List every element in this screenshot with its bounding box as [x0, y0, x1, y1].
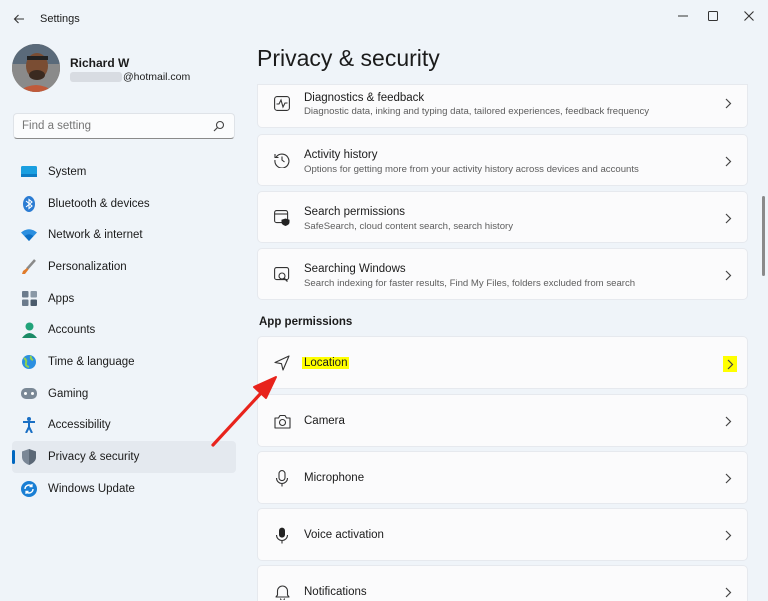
- activity-history-card[interactable]: Activity history Options for getting mor…: [257, 134, 748, 186]
- close-icon: [744, 11, 754, 21]
- chevron-right-icon: [723, 415, 733, 427]
- card-description: SafeSearch, cloud content search, search…: [304, 221, 514, 232]
- diagnostics-icon: [273, 94, 291, 112]
- app-title: Settings: [40, 13, 80, 25]
- maximize-icon: [708, 11, 718, 21]
- search-icon[interactable]: [213, 120, 225, 132]
- card-title: Activity history: [304, 149, 378, 161]
- location-card[interactable]: Location: [257, 336, 748, 389]
- chevron-right-icon: [723, 212, 733, 224]
- sidebar-item-label: Accessibility: [48, 419, 111, 432]
- sidebar-item-bluetooth[interactable]: Bluetooth & devices: [12, 188, 236, 220]
- gamepad-icon: [21, 386, 37, 402]
- card-description: Diagnostic data, inking and typing data,…: [304, 106, 650, 117]
- card-title: Location: [302, 357, 350, 369]
- sidebar-item-label: Gaming: [48, 387, 89, 400]
- back-arrow-icon: [13, 14, 24, 24]
- email-redaction: [70, 72, 122, 82]
- card-description: Search indexing for faster results, Find…: [304, 278, 636, 289]
- sidebar-item-privacy-security[interactable]: Privacy & security: [12, 441, 236, 473]
- camera-card[interactable]: Camera: [257, 394, 748, 447]
- card-title: Diagnostics & feedback: [304, 92, 425, 104]
- wifi-icon: [21, 227, 37, 243]
- accounts-icon: [21, 322, 37, 339]
- close-button[interactable]: [732, 4, 766, 28]
- sidebar-item-label: Bluetooth & devices: [48, 197, 150, 210]
- scrollbar-thumb[interactable]: [762, 196, 765, 276]
- sidebar-nav: System Bluetooth & devices Network & int…: [12, 156, 236, 505]
- card-title: Notifications: [304, 586, 367, 598]
- minimize-button[interactable]: [666, 4, 700, 28]
- globe-icon: [21, 354, 37, 370]
- sidebar-item-windows-update[interactable]: Windows Update: [12, 473, 236, 505]
- location-icon: [273, 354, 291, 372]
- diagnostics-feedback-card[interactable]: Diagnostics & feedback Diagnostic data, …: [257, 84, 748, 128]
- voice-activation-card[interactable]: Voice activation: [257, 508, 748, 561]
- sidebar-item-label: Apps: [48, 292, 75, 305]
- avatar: [12, 44, 60, 92]
- card-title: Searching Windows: [304, 263, 406, 275]
- card-description: Options for getting more from your activ…: [304, 164, 639, 175]
- searching-windows-card[interactable]: Searching Windows Search indexing for fa…: [257, 248, 748, 300]
- chevron-right-icon: [723, 155, 733, 167]
- search-permissions-card[interactable]: Search permissions SafeSearch, cloud con…: [257, 191, 748, 243]
- app-permissions-header: App permissions: [259, 316, 353, 328]
- page-title: Privacy & security: [257, 45, 440, 71]
- microphone-icon: [273, 469, 291, 487]
- chevron-right-icon: [723, 586, 733, 598]
- chevron-right-icon: [723, 356, 737, 372]
- sidebar-item-label: Network & internet: [48, 229, 143, 242]
- sidebar-item-accounts[interactable]: Accounts: [12, 314, 236, 346]
- sidebar-item-personalization[interactable]: Personalization: [12, 251, 236, 283]
- user-name: Richard W: [70, 56, 130, 70]
- search-box[interactable]: [13, 113, 235, 139]
- sidebar-item-label: System: [48, 165, 87, 178]
- bluetooth-icon: [21, 195, 37, 212]
- chevron-right-icon: [723, 97, 733, 109]
- brush-icon: [21, 259, 37, 275]
- card-title: Voice activation: [304, 529, 384, 541]
- avatar-picture: [12, 44, 60, 92]
- notifications-icon: [273, 583, 291, 601]
- notifications-card[interactable]: Notifications: [257, 565, 748, 601]
- update-icon: [21, 480, 37, 497]
- sidebar-item-label: Windows Update: [48, 482, 135, 495]
- maximize-button[interactable]: [696, 4, 730, 28]
- searching-windows-icon: [273, 266, 291, 284]
- sidebar-item-gaming[interactable]: Gaming: [12, 378, 236, 410]
- chevron-right-icon: [723, 269, 733, 281]
- card-title: Microphone: [304, 472, 365, 484]
- camera-icon: [273, 412, 291, 430]
- search-permissions-icon: [273, 209, 291, 227]
- sidebar-item-time-language[interactable]: Time & language: [12, 346, 236, 378]
- search-input[interactable]: [22, 120, 202, 132]
- user-email-domain: @hotmail.com: [123, 71, 191, 83]
- card-title: Search permissions: [304, 206, 405, 218]
- title-bar: Settings: [0, 0, 768, 38]
- sidebar-item-apps[interactable]: Apps: [12, 283, 236, 315]
- accessibility-icon: [21, 417, 37, 434]
- sidebar-item-label: Accounts: [48, 324, 96, 337]
- user-email: @hotmail.com: [70, 71, 190, 83]
- sidebar-item-system[interactable]: System: [12, 156, 236, 188]
- minimize-icon: [678, 15, 688, 17]
- sidebar-item-label: Privacy & security: [48, 451, 140, 464]
- sidebar-item-label: Personalization: [48, 260, 127, 273]
- history-icon: [273, 151, 291, 169]
- chevron-right-icon: [723, 529, 733, 541]
- shield-icon: [21, 449, 37, 466]
- location-label: Location: [302, 357, 350, 369]
- system-icon: [21, 164, 37, 180]
- card-title: Camera: [304, 415, 345, 427]
- chevron-right-icon: [723, 472, 733, 484]
- sidebar-item-label: Time & language: [48, 355, 135, 368]
- voice-activation-icon: [273, 526, 291, 544]
- user-profile[interactable]: Richard W @hotmail.com: [12, 44, 242, 94]
- back-button[interactable]: [8, 8, 30, 30]
- sidebar-item-accessibility[interactable]: Accessibility: [12, 410, 236, 442]
- microphone-card[interactable]: Microphone: [257, 451, 748, 504]
- apps-icon: [21, 291, 37, 307]
- sidebar-item-network[interactable]: Network & internet: [12, 219, 236, 251]
